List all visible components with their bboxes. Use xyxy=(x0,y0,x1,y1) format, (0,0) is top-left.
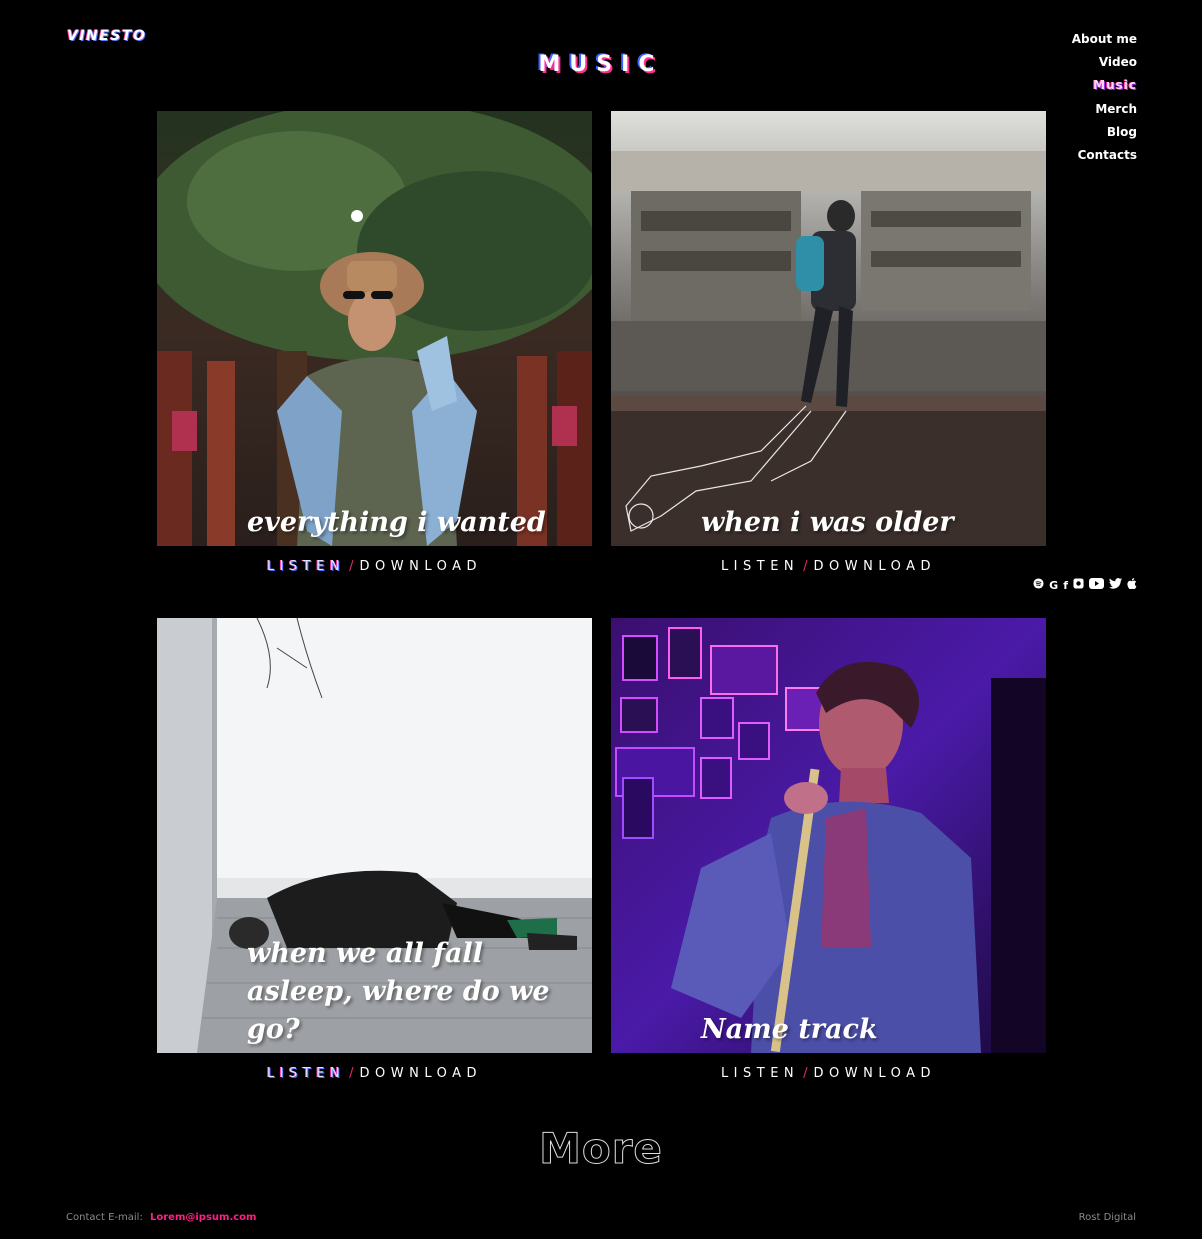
listen-link[interactable]: LISTEN xyxy=(721,1066,799,1081)
cover-image xyxy=(157,111,592,546)
contact-email-link[interactable]: Lorem@ipsum.com xyxy=(150,1212,256,1223)
download-link[interactable]: DOWNLOAD xyxy=(814,1066,937,1081)
download-link[interactable]: DOWNLOAD xyxy=(814,559,937,574)
footer-contact: Contact E-mail: Lorem@ipsum.com xyxy=(66,1212,256,1223)
separator: / xyxy=(349,1066,354,1081)
instagram-icon[interactable] xyxy=(1073,578,1084,593)
separator: / xyxy=(803,559,808,574)
nav-item-blog[interactable]: Blog xyxy=(1072,121,1137,144)
track-title: when we all fall asleep, where do we go? xyxy=(247,938,550,1045)
listen-link[interactable]: LISTEN xyxy=(721,559,799,574)
track-card: when we all fall asleep, where do we go?… xyxy=(157,618,592,1081)
cover-image xyxy=(611,618,1046,1053)
facebook-icon[interactable]: f xyxy=(1063,579,1068,593)
cover-image xyxy=(611,111,1046,546)
separator: / xyxy=(349,559,354,574)
apple-icon[interactable] xyxy=(1127,578,1137,593)
logo[interactable]: VINESTO xyxy=(67,28,146,44)
google-icon[interactable]: G xyxy=(1049,579,1058,593)
track-actions: LISTEN / DOWNLOAD xyxy=(157,1066,592,1081)
nav-item-merch[interactable]: Merch xyxy=(1072,98,1137,121)
track-cover-when-we-all-fall-asleep[interactable]: when we all fall asleep, where do we go? xyxy=(157,618,592,1053)
spotify-icon[interactable] xyxy=(1033,578,1044,593)
footer-credit[interactable]: Rost Digital xyxy=(1079,1212,1136,1223)
track-card: when i was older LISTEN / DOWNLOAD xyxy=(611,111,1046,574)
track-cover-when-i-was-older[interactable]: when i was older xyxy=(611,111,1046,546)
youtube-icon[interactable] xyxy=(1089,578,1104,593)
track-cover-name-track[interactable]: Name track xyxy=(611,618,1046,1053)
nav-item-music[interactable]: Music xyxy=(1072,74,1137,97)
track-card: Name track LISTEN / DOWNLOAD xyxy=(611,618,1046,1081)
track-cover-everything-i-wanted[interactable]: everything i wanted xyxy=(157,111,592,546)
download-link[interactable]: DOWNLOAD xyxy=(360,1066,483,1081)
separator: / xyxy=(803,1066,808,1081)
track-actions: LISTEN / DOWNLOAD xyxy=(157,559,592,574)
track-actions: LISTEN / DOWNLOAD xyxy=(611,559,1046,574)
track-title: when i was older xyxy=(701,507,954,538)
contact-label: Contact E-mail: xyxy=(66,1212,143,1223)
track-title: Name track xyxy=(701,1014,878,1045)
main-nav: About me Video Music Merch Blog Contacts xyxy=(1072,28,1137,167)
track-actions: LISTEN / DOWNLOAD xyxy=(611,1066,1046,1081)
listen-link[interactable]: LISTEN xyxy=(267,559,345,574)
track-card: everything i wanted LISTEN / DOWNLOAD xyxy=(157,111,592,574)
track-title: everything i wanted xyxy=(247,507,546,538)
nav-item-contacts[interactable]: Contacts xyxy=(1072,144,1137,167)
social-links: G f xyxy=(1033,578,1137,593)
listen-link[interactable]: LISTEN xyxy=(267,1066,345,1081)
more-button[interactable]: More xyxy=(0,1124,1202,1174)
page-title: MUSIC xyxy=(538,52,664,77)
nav-item-video[interactable]: Video xyxy=(1072,51,1137,74)
nav-item-about-me[interactable]: About me xyxy=(1072,28,1137,51)
twitter-icon[interactable] xyxy=(1109,578,1122,593)
download-link[interactable]: DOWNLOAD xyxy=(360,559,483,574)
